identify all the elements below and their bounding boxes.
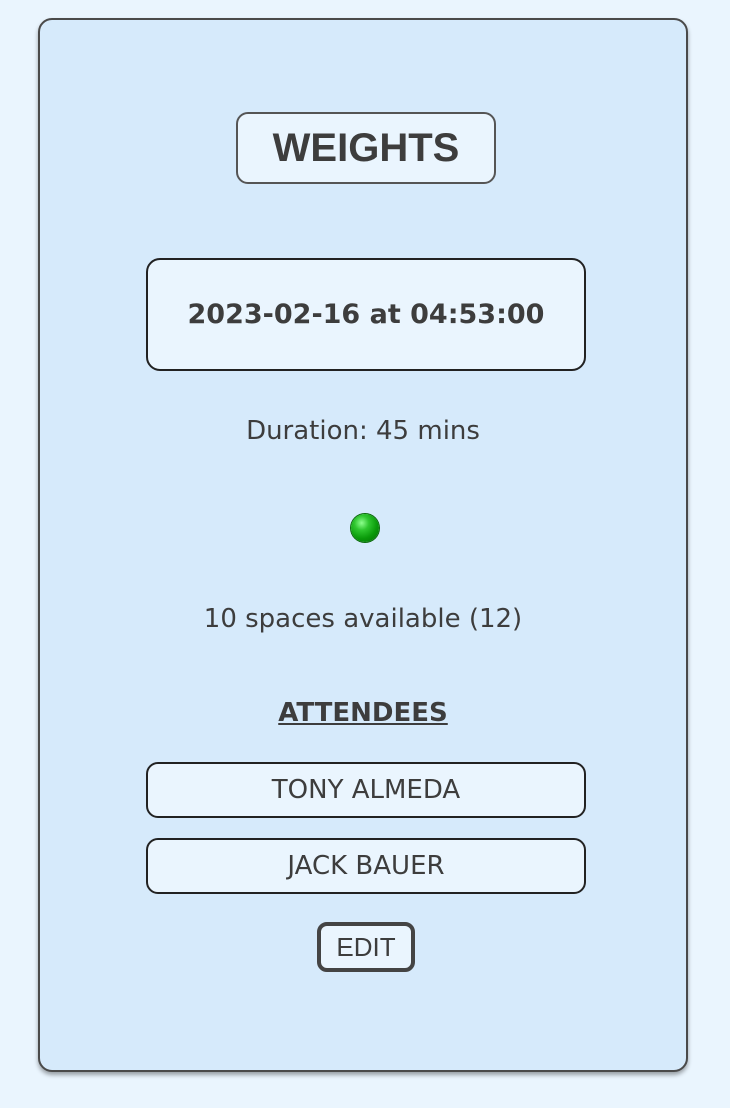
- class-duration: Duration: 45 mins: [246, 416, 480, 446]
- attendee-item[interactable]: JACK BAUER: [146, 838, 586, 894]
- class-card: WEIGHTS 2023-02-16 at 04:53:00 Duration:…: [38, 18, 688, 1072]
- status-indicator-icon: [351, 514, 379, 542]
- class-title: WEIGHTS: [236, 112, 496, 184]
- attendee-item[interactable]: TONY ALMEDA: [146, 762, 586, 818]
- spaces-available: 10 spaces available (12): [203, 604, 523, 634]
- attendees-heading: ATTENDEES: [278, 698, 448, 728]
- edit-button[interactable]: EDIT: [317, 922, 415, 972]
- class-datetime: 2023-02-16 at 04:53:00: [146, 258, 586, 371]
